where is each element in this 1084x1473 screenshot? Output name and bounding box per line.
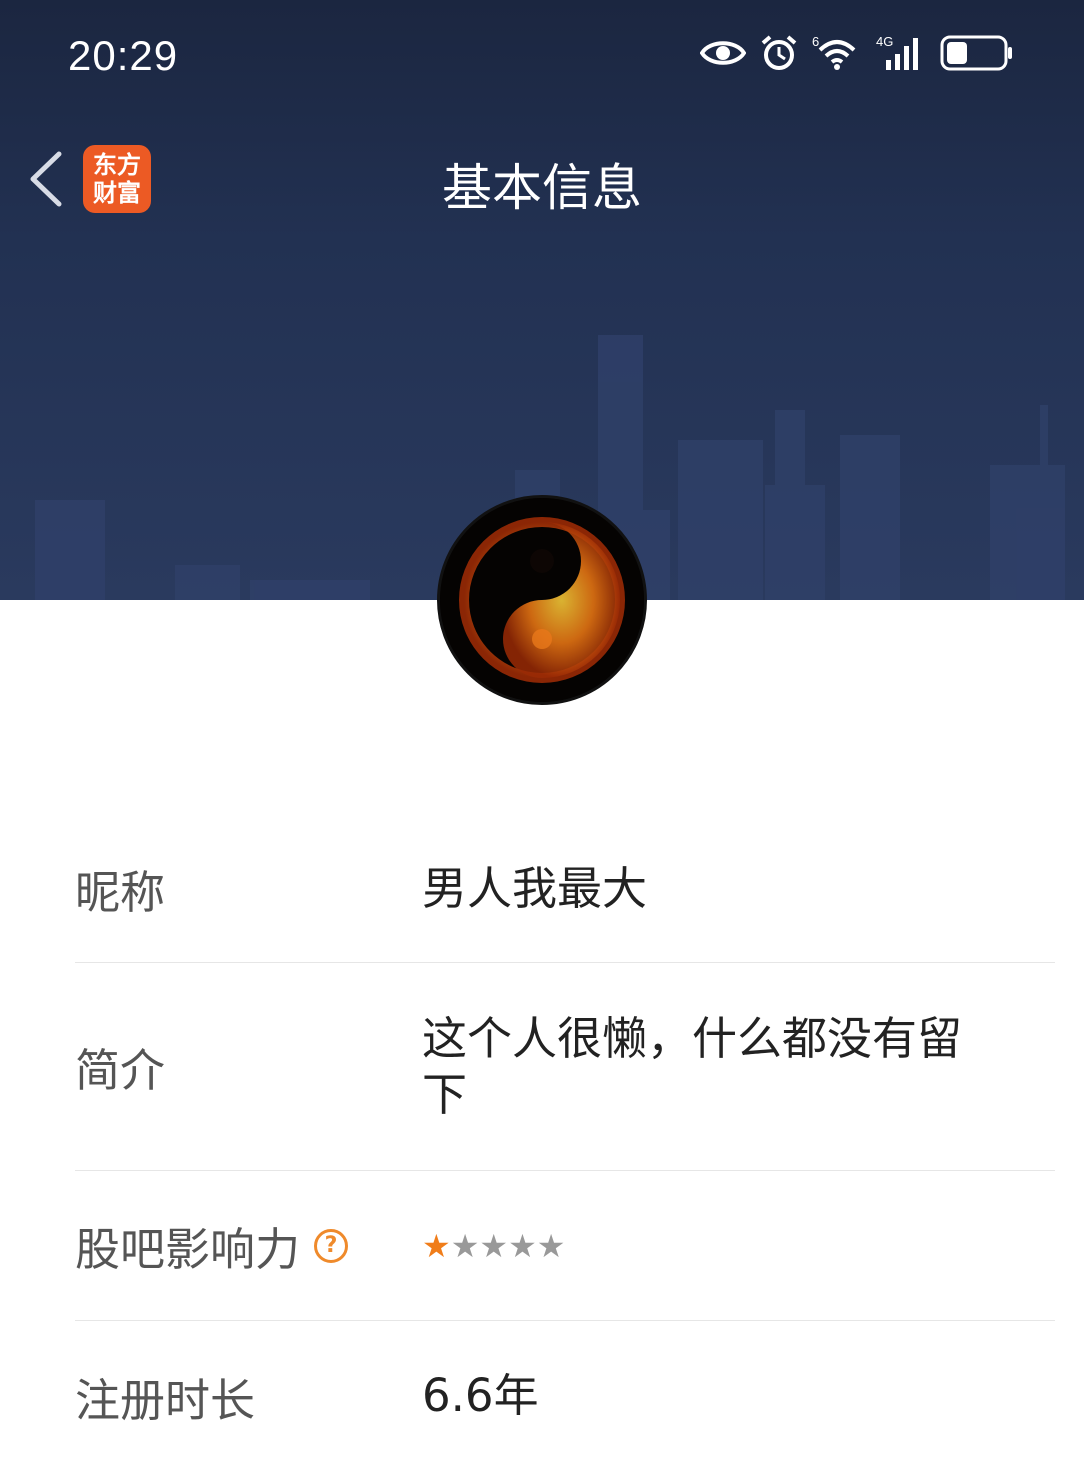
signal-icon: 4G [876,34,918,70]
intro-row: 简介 这个人很懒，什么都没有留下 [75,963,1055,1171]
avatar[interactable] [437,495,647,705]
influence-label-group: 股吧影响力 ? [75,1213,422,1278]
influence-value: ★ ★ ★ ★ ★ [422,1230,1055,1262]
eye-icon [700,41,746,65]
nickname-label: 昵称 [75,866,166,919]
page-title: 基本信息 [442,159,642,217]
intro-value: 这个人很懒，什么都没有留下 [422,1011,963,1121]
registration-value: 6.6年 [422,1369,539,1422]
svg-text:6: 6 [812,34,819,49]
battery-icon [940,35,1012,71]
status-bar: 20:29 6 4G [0,0,1084,110]
profile-info-list: 昵称 男人我最大 简介 这个人很懒，什么都没有留下 股吧影响力 ? ★ ★ ★ … [75,815,1055,1471]
influence-row: 股吧影响力 ? ★ ★ ★ ★ ★ [75,1171,1055,1321]
star-icon: ★ [536,1226,566,1265]
status-time: 20:29 [68,32,179,79]
star-icon: ★ [450,1226,480,1265]
star-icon: ★ [422,1226,451,1265]
status-icons: 6 4G [700,34,1014,72]
influence-stars: ★ ★ ★ ★ ★ [422,1230,1055,1262]
alarm-icon [761,35,797,70]
registration-row: 注册时长 6.6年 [75,1321,1055,1471]
nickname-value: 男人我最大 [422,861,648,915]
intro-label: 简介 [75,1044,166,1097]
wifi-icon: 6 [812,34,856,70]
yin-yang-fire-image [440,498,644,702]
help-icon[interactable]: ? [314,1228,349,1263]
star-icon: ★ [508,1226,537,1265]
navigation-bar: 东方 财富 基本信息 [0,130,1084,230]
registration-label: 注册时长 [75,1373,256,1427]
star-icon: ★ [479,1226,509,1265]
svg-text:4G: 4G [876,34,893,49]
nickname-row: 昵称 男人我最大 [75,815,1055,963]
influence-label: 股吧影响力 [75,1223,301,1276]
